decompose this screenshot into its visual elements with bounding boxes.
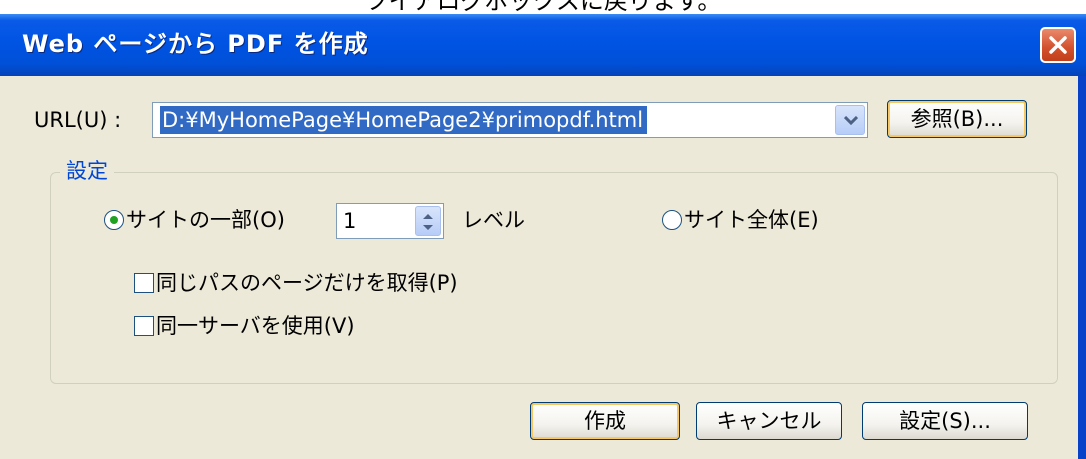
checkbox-same-server-label[interactable]: 同一サーバを使用(V) — [156, 312, 355, 340]
levels-label: レベル — [462, 208, 525, 232]
close-x-icon — [1049, 36, 1067, 54]
radio-part-of-site-label[interactable]: サイトの一部(O) — [126, 206, 285, 234]
url-combobox[interactable]: D:¥MyHomePage¥HomePage2¥primopdf.html — [152, 102, 868, 138]
chevron-down-icon — [844, 116, 858, 126]
browse-button[interactable]: 参照(B)... — [887, 100, 1027, 138]
url-dropdown-button[interactable] — [835, 105, 865, 135]
spin-arrows-icon — [423, 214, 433, 230]
dialog-title: Web ページから PDF を作成 — [22, 30, 369, 58]
settings-legend: 設定 — [60, 156, 114, 186]
radio-whole-site-label[interactable]: サイト全体(E) — [684, 206, 819, 234]
checkbox-same-path-label[interactable]: 同じパスのページだけを取得(P) — [156, 269, 458, 297]
checkbox-same-server[interactable] — [134, 316, 154, 336]
checkbox-same-path[interactable] — [134, 273, 154, 293]
levels-value[interactable]: 1 — [343, 206, 356, 236]
cancel-button[interactable]: キャンセル — [696, 402, 842, 440]
radio-part-of-site[interactable] — [104, 210, 124, 230]
title-bar[interactable]: Web ページから PDF を作成 — [0, 14, 1086, 76]
close-button[interactable] — [1040, 27, 1076, 63]
url-input-value[interactable]: D:¥MyHomePage¥HomePage2¥primopdf.html — [160, 106, 648, 134]
create-button[interactable]: 作成 — [530, 402, 680, 440]
settings-button[interactable]: 設定(S)... — [862, 402, 1028, 440]
radio-whole-site[interactable] — [662, 210, 682, 230]
create-pdf-dialog: Web ページから PDF を作成 URL(U) : D:¥MyHomePage… — [0, 14, 1086, 459]
levels-spin-buttons[interactable] — [415, 206, 441, 236]
url-label: URL(U) : — [34, 108, 122, 132]
levels-spinbox[interactable]: 1 — [336, 203, 444, 239]
radio-selected-dot — [110, 216, 118, 224]
